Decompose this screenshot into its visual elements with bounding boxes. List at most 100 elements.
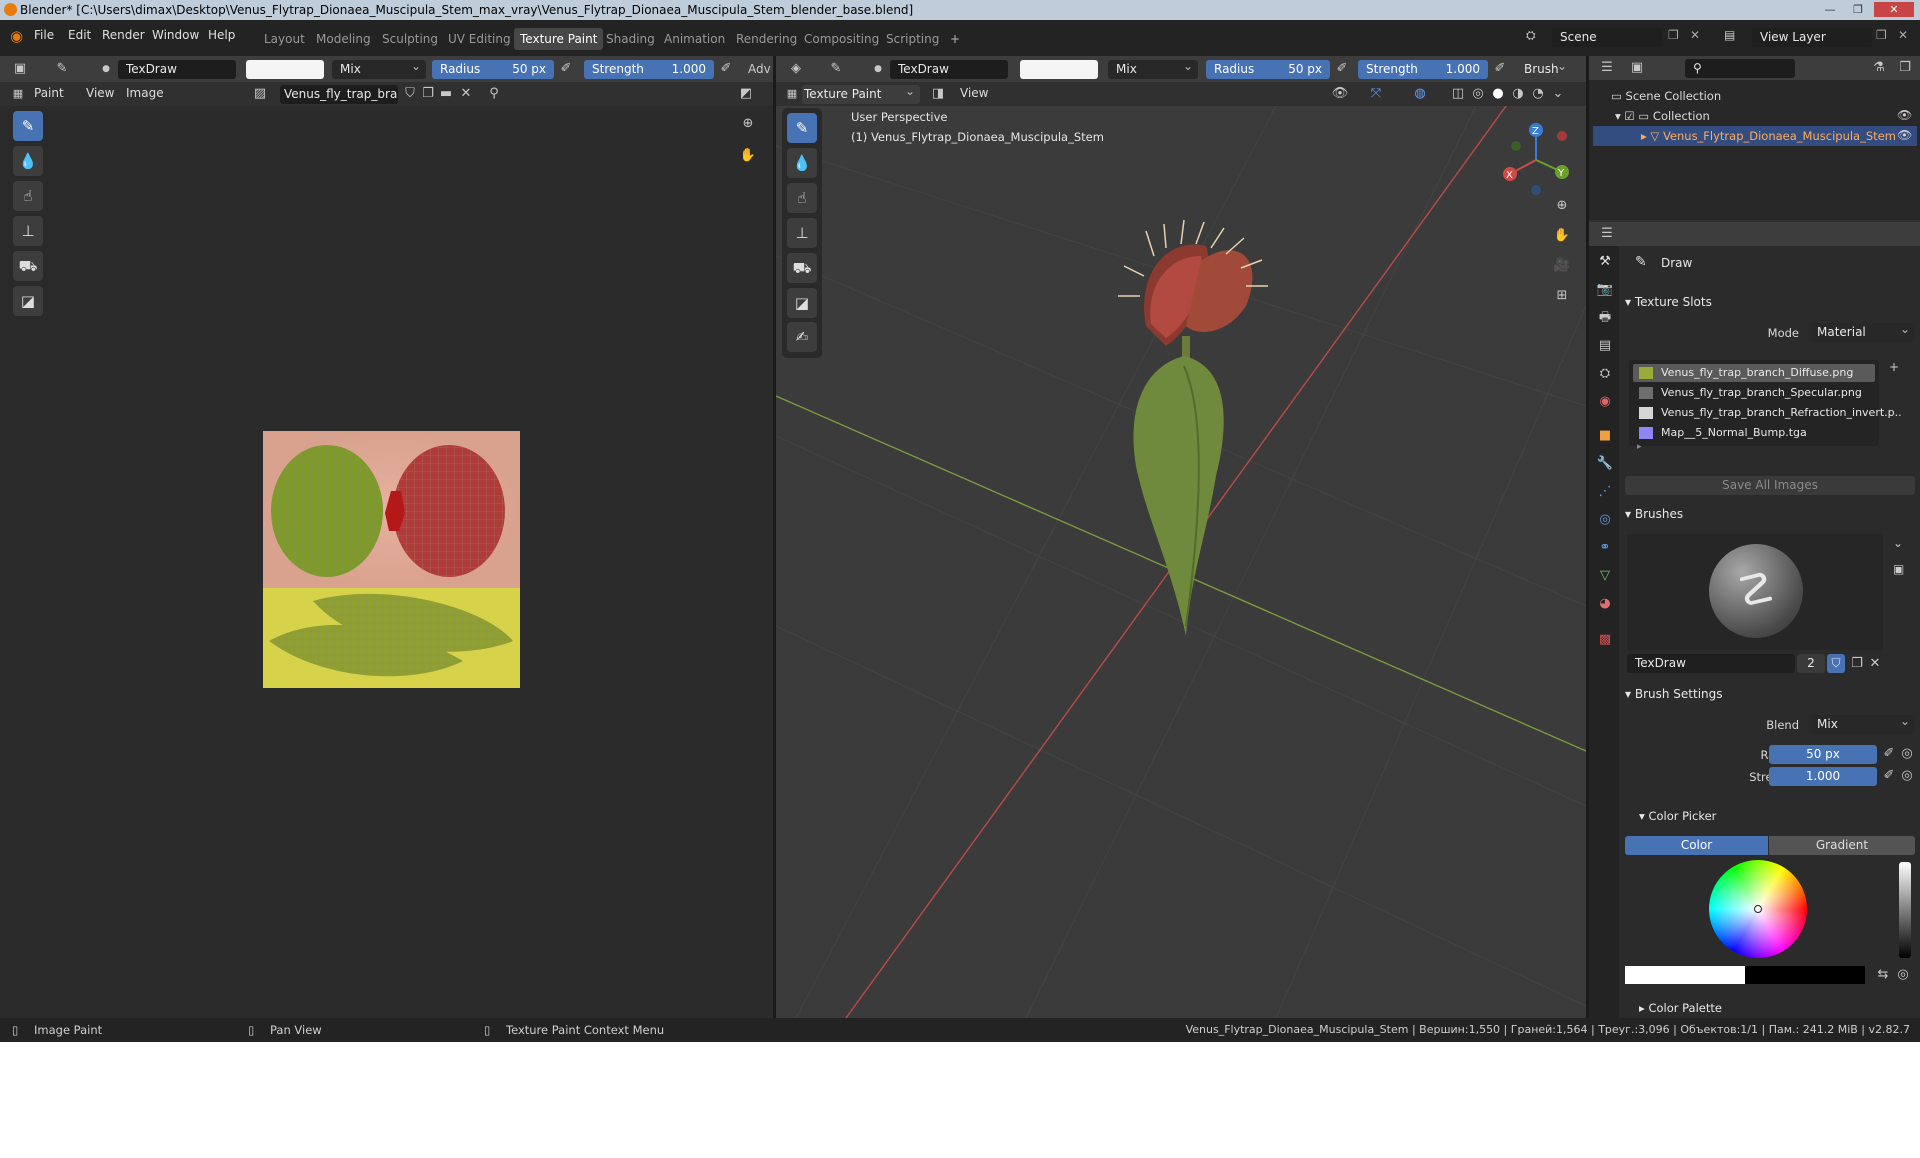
brush-users-count[interactable]: 2 <box>1797 654 1825 673</box>
viewport-pan-icon[interactable]: ✋ <box>1552 226 1572 246</box>
physics-tab-icon[interactable]: ◎ <box>1595 510 1615 530</box>
smear-tool[interactable]: ☝ <box>13 181 43 211</box>
new-scene-icon[interactable]: ❐ <box>1668 28 1679 42</box>
tab-layout[interactable]: Layout <box>258 28 311 50</box>
viewport-brush-name-field[interactable]: TexDraw <box>890 60 1008 79</box>
3d-viewport[interactable]: ◈ ✎ ● TexDraw Mix Radius 50 px ✐ Strengt… <box>776 56 1586 1018</box>
brush-image-icon[interactable]: ▣ <box>1893 562 1904 576</box>
world-tab-icon[interactable]: ◉ <box>1595 392 1615 412</box>
texture-tab-icon[interactable]: ▩ <box>1595 630 1615 650</box>
tab-animation[interactable]: Animation <box>658 28 731 50</box>
texture-slot-item[interactable]: Venus_fly_trap_branch_Diffuse.png <box>1633 364 1875 382</box>
data-tab-icon[interactable]: ▽ <box>1595 566 1615 586</box>
vp-mask-tool[interactable]: ◪ <box>787 288 817 318</box>
view-layer-icon[interactable]: ▤ <box>1724 28 1735 42</box>
image-display-icon[interactable]: ◩ <box>736 84 756 104</box>
new-view-layer-icon[interactable]: ❐ <box>1876 28 1887 42</box>
vp-clone-tool[interactable]: ⊥ <box>787 218 817 248</box>
brush-icon[interactable]: ✎ <box>52 59 72 79</box>
brush-menu[interactable]: Brush <box>1520 60 1572 79</box>
gradient-mode-tab[interactable]: Gradient <box>1769 836 1915 855</box>
camera-view-icon[interactable]: 🎥 <box>1552 256 1572 276</box>
material-tab-icon[interactable]: ◕ <box>1595 594 1615 614</box>
shading-options-icon[interactable]: ⌄ <box>1548 84 1568 104</box>
open-image-icon[interactable]: ▬ <box>436 84 456 104</box>
color-mode-tab[interactable]: Color <box>1625 836 1768 855</box>
outliner-object-row[interactable]: ▸ ▽ Venus_Flytrap_Dionaea_Muscipula_Stem <box>1593 126 1917 146</box>
mask-toggle-icon[interactable]: ◨ <box>928 84 948 104</box>
tab-sculpting[interactable]: Sculpting <box>376 28 444 50</box>
outliner-editor-type-icon[interactable]: ☰ <box>1597 58 1617 78</box>
radius-slider[interactable]: Radius 50 px <box>432 60 554 79</box>
viewport-radius-slider[interactable]: Radius 50 px <box>1206 60 1330 79</box>
filter-icon[interactable]: ⚗ <box>1869 58 1889 78</box>
viewport-editor-type-icon[interactable]: ◈ <box>786 59 806 79</box>
display-mode-icon[interactable]: ▣ <box>1627 58 1647 78</box>
scene-field[interactable]: Scene <box>1552 28 1662 47</box>
brush-datablock-field[interactable]: TexDraw <box>1627 654 1795 673</box>
color-palette-panel-header[interactable]: ▸ Color Palette <box>1639 998 1722 1018</box>
mode-dropdown[interactable]: Texture Paint <box>802 85 920 104</box>
unlink-image-icon[interactable]: ✕ <box>456 84 476 104</box>
duplicate-brush-icon[interactable]: ❐ <box>1847 654 1867 673</box>
output-tab-icon[interactable]: 🖶 <box>1595 308 1615 328</box>
swap-colors-icon[interactable]: ⇆ <box>1873 965 1893 985</box>
scene-icon[interactable]: ⛭ <box>1526 28 1536 43</box>
vp-draw-tool[interactable]: ✎ <box>787 113 817 143</box>
editor-type-icon[interactable]: ▣ <box>10 59 30 79</box>
draw-tool[interactable]: ✎ <box>13 111 43 141</box>
zoom-icon[interactable]: ⊕ <box>738 114 758 134</box>
value-slider[interactable] <box>1899 862 1911 958</box>
color-wheel-cursor[interactable] <box>1754 905 1762 913</box>
wireframe-shading-icon[interactable]: ◎ <box>1468 84 1488 104</box>
add-workspace-button[interactable]: + <box>944 28 966 50</box>
viewport-brush-icon[interactable]: ✎ <box>826 59 846 79</box>
brush-radius-slider[interactable]: 50 px <box>1769 745 1877 764</box>
radius-pressure-icon[interactable]: ✐ <box>556 59 576 79</box>
mask-tool[interactable]: ◪ <box>13 286 43 316</box>
vp-annotate-tool[interactable]: ✍ <box>787 322 817 352</box>
outliner-search-input[interactable]: ⚲ <box>1685 59 1795 78</box>
overlay-toggle-icon[interactable]: ◍ <box>1410 84 1430 104</box>
save-all-images-button[interactable]: Save All Images <box>1625 476 1915 495</box>
minimize-button[interactable]: — <box>1818 2 1842 17</box>
pin-icon[interactable]: ⚲ <box>484 84 504 104</box>
vp-smear-tool[interactable]: ☝ <box>787 183 817 213</box>
render-tab-icon[interactable]: 📷 <box>1595 280 1615 300</box>
collection-visibility-icon[interactable]: 👁 <box>1897 108 1912 122</box>
menu-file[interactable]: File <box>34 28 54 42</box>
tab-shading[interactable]: Shading <box>600 28 661 50</box>
list-expand-icon[interactable]: ▸ <box>1637 442 1642 452</box>
strength-unit-icon[interactable]: ◎ <box>1897 766 1917 786</box>
radius-unit-icon[interactable]: ◎ <box>1897 744 1917 764</box>
image-menu[interactable]: Image <box>126 86 164 100</box>
fake-user-toggle[interactable]: ⛉ <box>1827 654 1845 673</box>
object-visibility-icon[interactable]: 👁 <box>1897 128 1912 142</box>
solid-shading-icon[interactable]: ● <box>1488 84 1508 104</box>
tab-rendering[interactable]: Rendering <box>730 28 803 50</box>
menu-window[interactable]: Window <box>152 28 199 42</box>
new-image-icon[interactable]: ❐ <box>418 84 438 104</box>
menu-edit[interactable]: Edit <box>68 28 91 42</box>
texture-slot-item[interactable]: Map__5_Normal_Bump.tga <box>1633 424 1875 442</box>
xray-icon[interactable]: ◫ <box>1448 84 1468 104</box>
current-color-swatch[interactable] <box>1625 966 1745 984</box>
radius-pressure-toggle-icon[interactable]: ✐ <box>1879 744 1899 764</box>
brush-settings-panel-header[interactable]: ▾ Brush Settings <box>1625 684 1723 704</box>
tab-compositing[interactable]: Compositing <box>798 28 885 50</box>
viewport-strength-pressure-icon[interactable]: ✐ <box>1490 59 1510 79</box>
rendered-shading-icon[interactable]: ◔ <box>1528 84 1548 104</box>
particles-tab-icon[interactable]: ⋰ <box>1595 482 1615 502</box>
tab-texture-paint[interactable]: Texture Paint <box>514 28 604 50</box>
viewport-blend-dropdown[interactable]: Mix <box>1108 60 1198 79</box>
brushes-panel-header[interactable]: ▾ Brushes <box>1625 504 1683 524</box>
blend-dropdown[interactable]: Mix <box>332 60 426 79</box>
add-slot-icon[interactable]: + <box>1889 360 1899 374</box>
brush-preview-box[interactable]: ☡ <box>1627 534 1883 650</box>
blender-menu-icon[interactable]: ◉ <box>10 27 23 45</box>
outliner-collection[interactable]: ▾ ☑ ▭ Collection <box>1615 106 1710 126</box>
fill-tool[interactable]: ⛟ <box>13 251 43 281</box>
viewport-view-menu[interactable]: View <box>960 86 988 100</box>
viewport-zoom-icon[interactable]: ⊕ <box>1552 196 1572 216</box>
delete-view-layer-icon[interactable]: ✕ <box>1898 28 1908 42</box>
